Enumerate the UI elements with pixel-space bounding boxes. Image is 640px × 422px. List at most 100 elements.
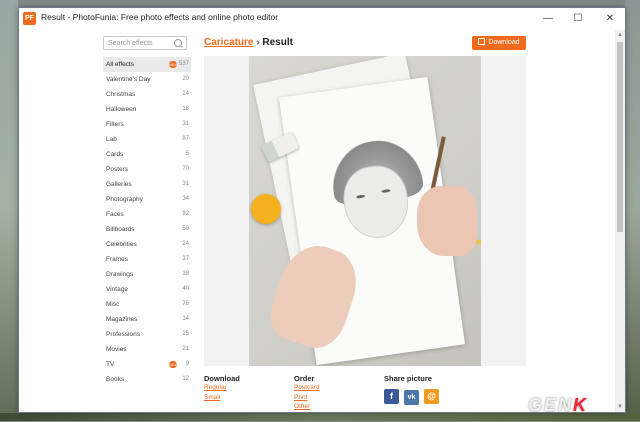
share-options: Share picture f vk @	[384, 374, 444, 405]
category-label: Galleries	[106, 181, 132, 188]
save-icon	[478, 38, 486, 45]
category-item[interactable]: Drawings 38	[103, 267, 191, 282]
category-count: 34	[182, 196, 189, 202]
browser-window: PF Result - PhotoFunia: Free photo effec…	[18, 7, 626, 413]
category-item[interactable]: Magazines 14	[103, 312, 191, 327]
category-count: 92	[182, 211, 189, 217]
category-label: Valentine's Day	[106, 76, 151, 83]
category-item[interactable]: Valentine's Day 20	[103, 72, 191, 87]
scroll-down-icon[interactable]: ▼	[615, 402, 625, 412]
category-count: 70	[182, 166, 189, 172]
category-label: Misc	[106, 301, 120, 308]
category-item[interactable]: Filters 31	[103, 117, 191, 132]
category-label: Halloween	[106, 106, 137, 113]
category-label: Magazines	[106, 316, 138, 323]
category-label: Books	[106, 376, 125, 383]
download-button-label: Download	[488, 39, 520, 46]
order-print-link[interactable]: Print	[294, 393, 320, 403]
category-label: Vintage	[106, 286, 128, 293]
category-item[interactable]: Movies 21	[103, 342, 191, 357]
category-count: 37	[182, 256, 189, 262]
download-regular-link[interactable]: Regular	[204, 383, 240, 393]
category-item[interactable]: TV NEW 9	[103, 357, 191, 372]
category-label: TV	[106, 361, 115, 368]
category-item[interactable]: All effects NEW 537	[103, 57, 191, 72]
category-label: Photography	[106, 196, 143, 203]
category-item[interactable]: Cards 5	[103, 147, 191, 162]
watermark-logo: GENK	[528, 395, 589, 415]
category-item[interactable]: Professions 25	[103, 327, 191, 342]
category-count: 24	[182, 91, 189, 97]
scroll-up-icon[interactable]: ▲	[615, 30, 625, 40]
category-label: Filters	[106, 121, 124, 128]
category-count: 31	[182, 121, 189, 127]
facebook-icon[interactable]: f	[384, 389, 399, 404]
category-item[interactable]: Lab 87	[103, 132, 191, 147]
category-count: 12	[182, 376, 189, 382]
category-item[interactable]: Frames 37	[103, 252, 191, 267]
sketch-eye-left	[355, 194, 366, 199]
category-item[interactable]: Photography 34	[103, 192, 191, 207]
category-item[interactable]: Halloween 16	[103, 102, 191, 117]
download-heading: Download	[204, 374, 240, 383]
email-icon[interactable]: @	[424, 389, 439, 404]
order-postcard-link[interactable]: Postcard	[294, 383, 320, 393]
search-icon[interactable]	[174, 39, 182, 47]
category-count: 50	[182, 226, 189, 232]
category-count: 16	[182, 106, 189, 112]
category-item[interactable]: Posters 70	[103, 162, 191, 177]
close-button[interactable]: ✕	[595, 8, 625, 30]
result-image-area	[204, 56, 526, 366]
page-title: Caricature › Result	[204, 37, 293, 48]
breadcrumb-separator: ›	[256, 37, 260, 48]
category-label: Professions	[106, 331, 140, 338]
background-right	[625, 0, 640, 421]
background-left	[0, 0, 18, 421]
download-options: Download Regular Small	[204, 374, 240, 402]
download-small-link[interactable]: Small	[204, 393, 240, 403]
category-label: Billboards	[106, 226, 135, 233]
category-item[interactable]: Christmas 24	[103, 87, 191, 102]
category-label: Christmas	[106, 91, 136, 98]
category-item[interactable]: Celebrities 24	[103, 237, 191, 252]
category-item[interactable]: Faces 92	[103, 207, 191, 222]
category-list: All effects NEW 537 Valentine's Day 20 Christ…	[103, 57, 191, 387]
order-options: Order Postcard Print Other	[294, 374, 320, 412]
window-title: Result - PhotoFunia: Free photo effects …	[41, 12, 279, 22]
category-count: 9	[185, 361, 189, 367]
category-label: Lab	[106, 136, 117, 143]
minimize-button[interactable]: —	[533, 8, 563, 30]
vk-icon[interactable]: vk	[404, 390, 419, 405]
app-icon: PF	[23, 12, 36, 25]
category-label: Movies	[106, 346, 127, 353]
category-item[interactable]: Books 12	[103, 372, 191, 387]
category-item[interactable]: Billboards 50	[103, 222, 191, 237]
category-count: 20	[182, 76, 189, 82]
category-label: Frames	[106, 256, 129, 263]
category-label: Faces	[106, 211, 124, 218]
share-heading: Share picture	[384, 374, 432, 383]
sketch-eye-right	[381, 188, 391, 194]
new-badge: NEW	[169, 61, 179, 68]
download-button[interactable]: Download	[472, 36, 526, 50]
category-count: 21	[182, 346, 189, 352]
breadcrumb-link[interactable]: Caricature	[204, 37, 253, 48]
category-label: Cards	[106, 151, 124, 158]
category-item[interactable]: Misc 75	[103, 297, 191, 312]
category-label: Celebrities	[106, 241, 137, 248]
result-photo[interactable]	[249, 56, 481, 366]
title-bar[interactable]: PF Result - PhotoFunia: Free photo effec…	[19, 8, 625, 30]
drawing-hand	[417, 186, 477, 256]
search-input[interactable]: Search effects	[103, 36, 187, 50]
category-count: 537	[178, 61, 189, 67]
category-count: 14	[182, 316, 189, 322]
maximize-button[interactable]: ☐	[563, 8, 593, 30]
pencil-sharpener	[251, 194, 281, 224]
share-buttons: f vk @	[384, 386, 444, 405]
category-count: 5	[185, 151, 189, 157]
category-item[interactable]: Galleries 31	[103, 177, 191, 192]
scrollbar[interactable]: ▲ ▼	[615, 30, 625, 412]
category-item[interactable]: Vintage 40	[103, 282, 191, 297]
scroll-thumb[interactable]	[617, 42, 623, 232]
order-other-link[interactable]: Other	[294, 402, 320, 412]
